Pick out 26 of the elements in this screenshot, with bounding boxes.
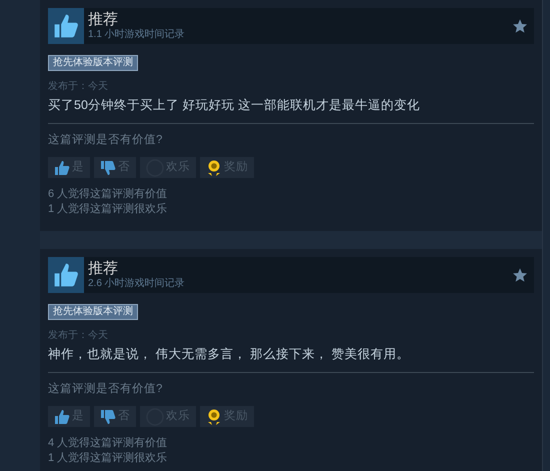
helpful-count: 6 人觉得这篇评测有价值 (48, 187, 168, 202)
verdict-title: 推荐 (88, 260, 119, 277)
thumbs-down-icon (100, 408, 116, 424)
helpful-question: 这篇评测是否有价值? (48, 132, 164, 148)
helpful-count: 4 人觉得这篇评测有价值 (48, 436, 168, 451)
posted-date: 发布于：今天 (48, 329, 109, 343)
posted-date: 发布于：今天 (48, 80, 109, 94)
verdict-title: 推荐 (88, 11, 119, 28)
thumbs-down-icon (100, 160, 116, 176)
helpful-question: 这篇评测是否有价值? (48, 381, 164, 397)
funny-count: 1 人觉得这篇评测很欢乐 (48, 202, 168, 217)
playtime-text: 2.6 小时游戏时间记录 (88, 277, 186, 290)
review-text: 买了50分钟终于买上了 好玩好玩 这一部能联机才是最牛逼的变化 (48, 96, 534, 124)
thumbs-up-icon (48, 257, 84, 293)
star-icon[interactable] (512, 18, 528, 34)
early-access-tag: 抢先体验版本评测 (48, 304, 138, 320)
thumbs-up-icon (54, 160, 70, 176)
thumbs-up-icon (48, 8, 84, 44)
review-text: 神作，也就是说， 伟大无需多言， 那么接下来， 赞美很有用。 (48, 345, 534, 373)
playtime-text: 1.1 小时游戏时间记录 (88, 28, 186, 41)
star-icon[interactable] (512, 267, 528, 283)
award-icon (206, 158, 222, 176)
thumbs-up-icon (54, 408, 70, 424)
early-access-tag: 抢先体验版本评测 (48, 55, 138, 71)
award-icon (206, 408, 222, 426)
funny-count: 1 人觉得这篇评测很欢乐 (48, 451, 168, 466)
